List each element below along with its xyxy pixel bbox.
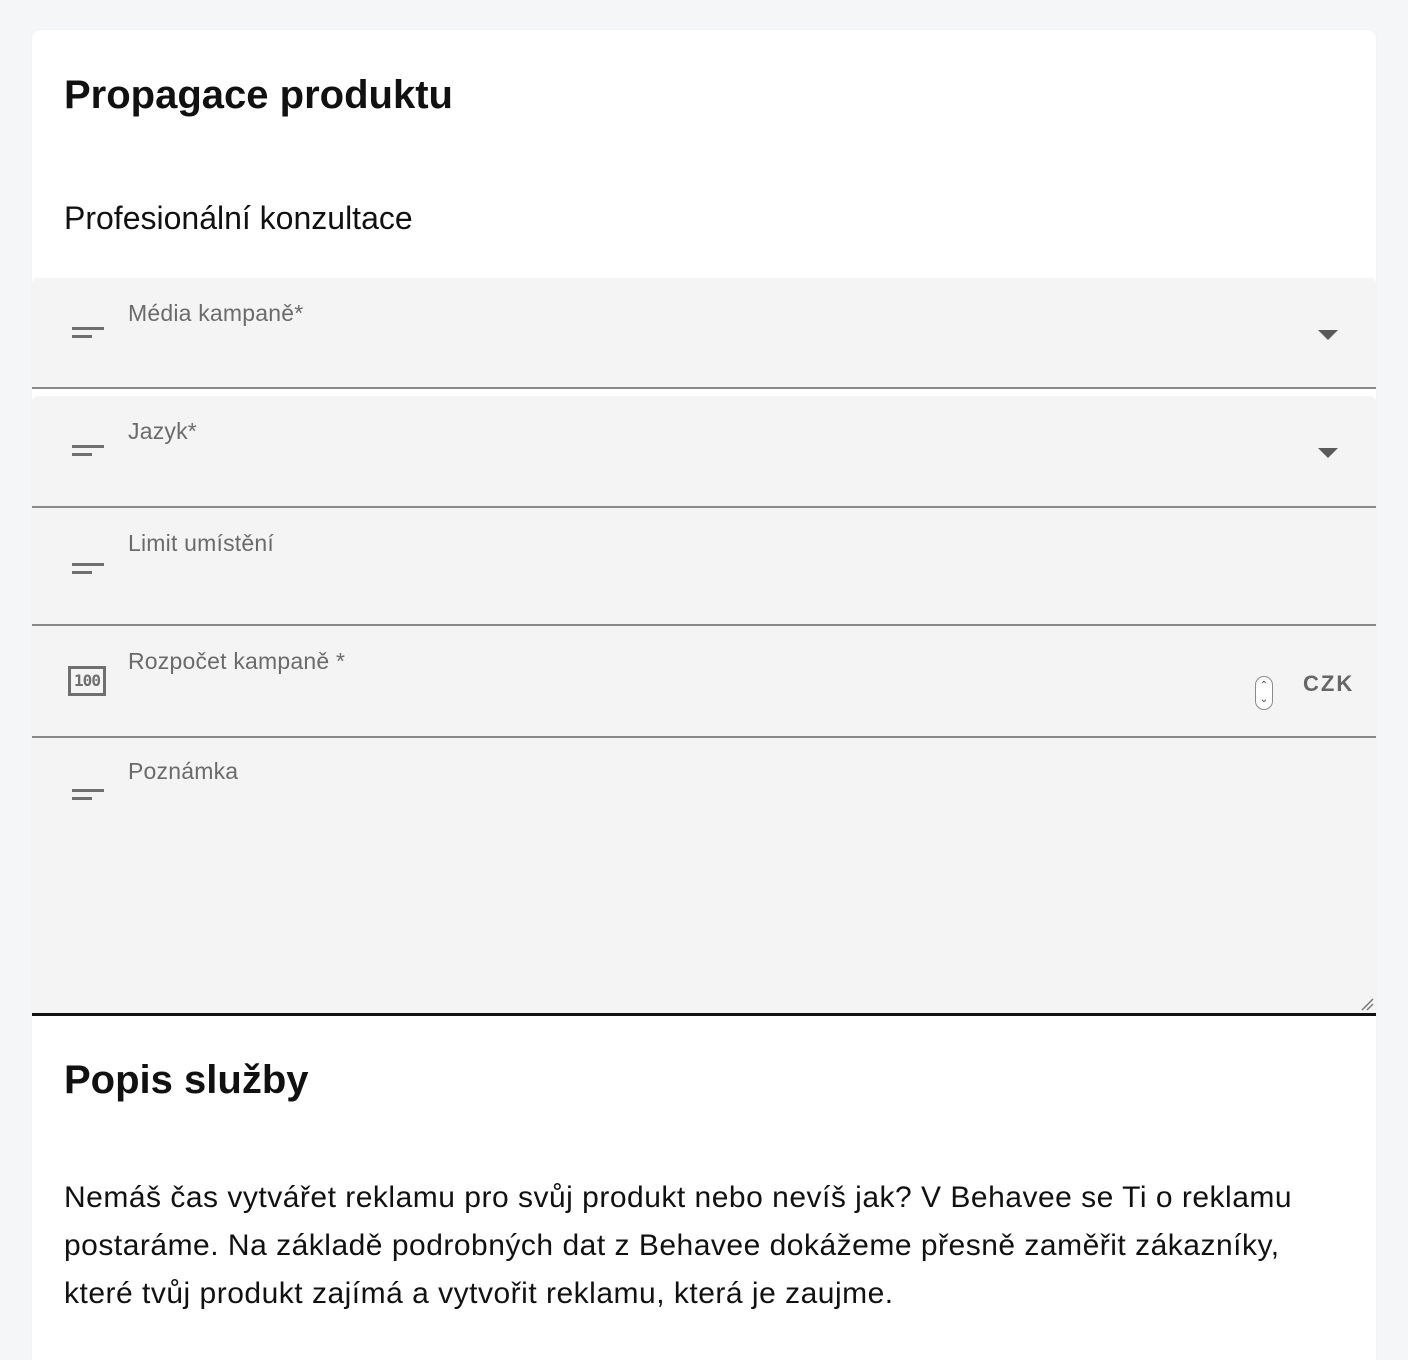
language-select[interactable]: Jazyk*	[32, 396, 1376, 508]
short-text-icon	[72, 327, 104, 339]
short-text-icon	[72, 789, 104, 801]
placement-limit-label: Limit umístění	[128, 530, 274, 556]
spinner-down-icon[interactable]: ⌄	[1256, 694, 1272, 706]
chevron-down-icon[interactable]	[1318, 448, 1338, 458]
currency-suffix: CZK	[1303, 671, 1355, 696]
note-label: Poznámka	[128, 758, 239, 784]
campaign-media-label: Média kampaně*	[128, 300, 304, 326]
language-label: Jazyk*	[128, 418, 197, 444]
number-spinner[interactable]: ⌃ ⌄	[1255, 676, 1273, 710]
spinner-up-icon[interactable]: ⌃	[1256, 680, 1272, 692]
campaign-budget-field[interactable]: 100 Rozpočet kampaně * ⌃ ⌄ CZK	[32, 626, 1376, 738]
note-textarea[interactable]: Poznámka	[32, 738, 1376, 1016]
page-title: Propagace produktu	[64, 73, 453, 117]
campaign-media-select[interactable]: Média kampaně*	[32, 278, 1376, 389]
short-text-icon	[72, 563, 104, 575]
resize-handle-icon[interactable]	[1360, 997, 1374, 1011]
service-description-title: Popis služby	[64, 1058, 309, 1102]
service-description-text: Nemáš čas vytvářet reklamu pro svůj prod…	[64, 1181, 1293, 1310]
chevron-down-icon[interactable]	[1318, 330, 1338, 340]
short-text-icon	[72, 445, 104, 457]
number-counter-icon: 100	[68, 666, 106, 696]
placement-limit-field[interactable]: Limit umístění	[32, 508, 1376, 626]
campaign-budget-label: Rozpočet kampaně *	[128, 648, 346, 674]
product-promotion-card: Propagace produktu Profesionální konzult…	[32, 30, 1376, 1360]
form-subtitle: Profesionální konzultace	[64, 200, 413, 236]
